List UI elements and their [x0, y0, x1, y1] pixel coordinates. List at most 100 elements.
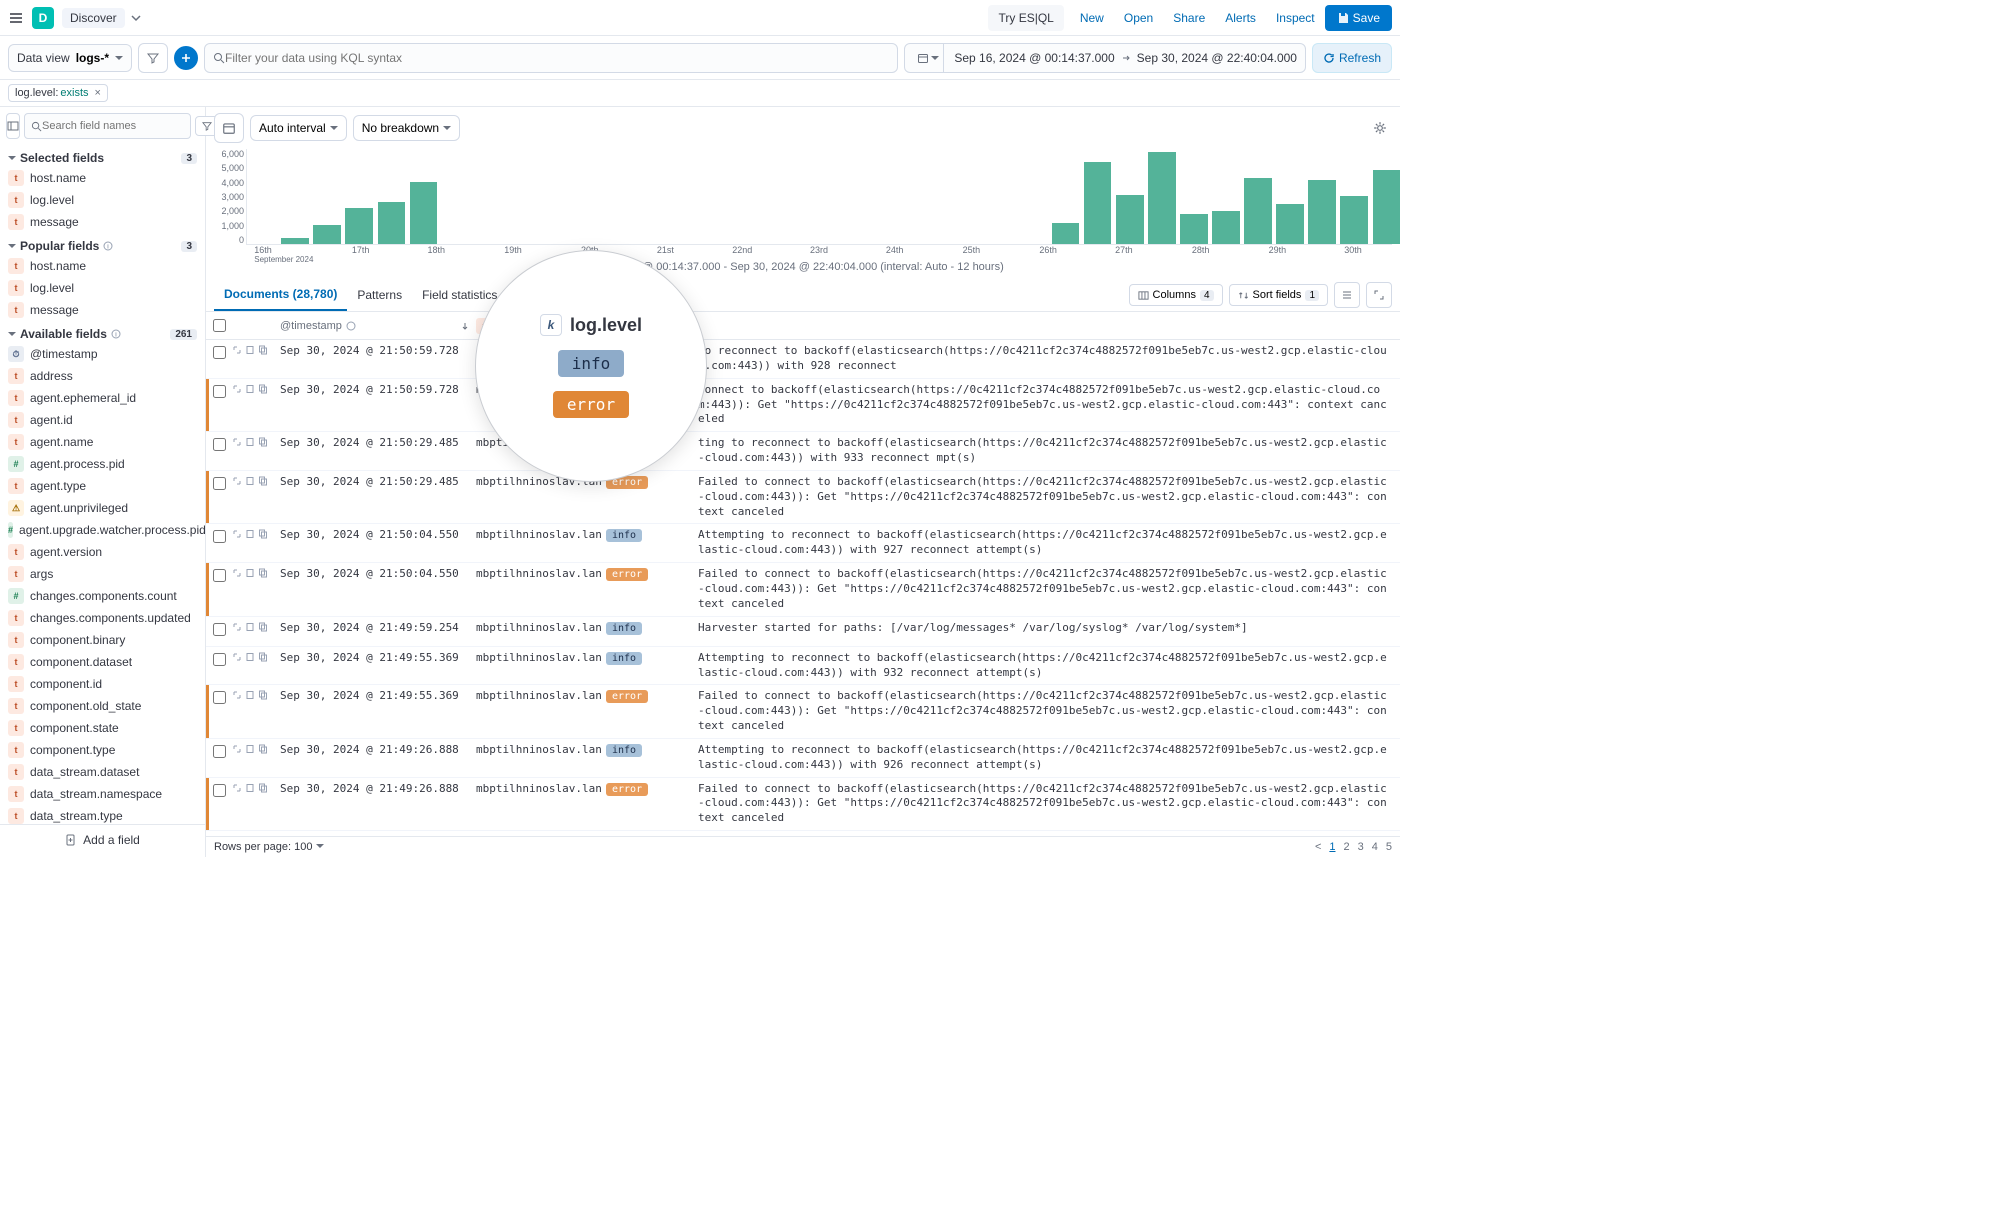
chart-bar[interactable] — [1340, 196, 1367, 244]
expand-icon[interactable] — [232, 690, 242, 700]
row-checkbox[interactable] — [213, 653, 226, 666]
field-search[interactable] — [24, 113, 191, 139]
field-item[interactable]: tagent.type — [0, 475, 205, 497]
expand-icon[interactable] — [232, 783, 242, 793]
row-checkbox[interactable] — [213, 784, 226, 797]
select-all-checkbox[interactable] — [213, 319, 226, 332]
chart-bar[interactable] — [281, 238, 308, 244]
expand-icon[interactable] — [232, 437, 242, 447]
row-checkbox[interactable] — [213, 745, 226, 758]
sort-button[interactable]: Sort fields 1 — [1229, 284, 1328, 306]
copy-doc-icon[interactable] — [258, 476, 268, 486]
single-doc-icon[interactable] — [245, 744, 255, 754]
copy-doc-icon[interactable] — [258, 437, 268, 447]
kql-field[interactable] — [225, 51, 889, 65]
pager-page[interactable]: 1 — [1329, 841, 1335, 853]
row-checkbox[interactable] — [213, 623, 226, 636]
table-row[interactable]: Sep 30, 2024 @ 21:49:06.579 mbptilhninos… — [206, 831, 1400, 836]
single-doc-icon[interactable] — [245, 384, 255, 394]
row-checkbox[interactable] — [213, 530, 226, 543]
expand-icon[interactable] — [232, 384, 242, 394]
field-item[interactable]: tchanges.components.updated — [0, 607, 205, 629]
section-available[interactable]: Available fields i 261 — [0, 321, 205, 343]
chart-bar[interactable] — [1308, 180, 1335, 244]
single-doc-icon[interactable] — [245, 476, 255, 486]
table-row[interactable]: Sep 30, 2024 @ 21:50:29.485 mbptilhninos… — [206, 432, 1400, 471]
rows-per-page[interactable]: Rows per page: 100 — [214, 841, 324, 853]
single-doc-icon[interactable] — [245, 437, 255, 447]
field-item[interactable]: taddress — [0, 365, 205, 387]
copy-doc-icon[interactable] — [258, 529, 268, 539]
section-selected[interactable]: Selected fields 3 — [0, 145, 205, 167]
single-doc-icon[interactable] — [245, 690, 255, 700]
date-range-picker[interactable]: Sep 16, 2024 @ 00:14:37.000 Sep 30, 2024… — [904, 43, 1306, 73]
histogram-toggle-button[interactable] — [214, 113, 244, 143]
row-checkbox[interactable] — [213, 385, 226, 398]
single-doc-icon[interactable] — [245, 622, 255, 632]
field-item[interactable]: tagent.ephemeral_id — [0, 387, 205, 409]
row-checkbox[interactable] — [213, 438, 226, 451]
pager-page[interactable]: 3 — [1358, 841, 1364, 853]
field-item[interactable]: tcomponent.old_state — [0, 695, 205, 717]
fullscreen-button[interactable] — [1366, 282, 1392, 308]
filter-funnel-button[interactable] — [138, 43, 168, 73]
field-item[interactable]: tagent.version — [0, 541, 205, 563]
field-item[interactable]: targs — [0, 563, 205, 585]
close-icon[interactable]: × — [95, 87, 101, 99]
row-checkbox[interactable] — [213, 691, 226, 704]
field-item[interactable]: tmessage — [0, 211, 205, 233]
single-doc-icon[interactable] — [245, 529, 255, 539]
table-row[interactable]: Sep 30, 2024 @ 21:50:04.550 mbptilhninos… — [206, 563, 1400, 617]
chevron-down-icon[interactable] — [131, 13, 141, 23]
calendar-button[interactable] — [913, 44, 944, 72]
pager-prev[interactable]: < — [1315, 841, 1321, 853]
tab-patterns[interactable]: Patterns — [347, 280, 412, 310]
open-button[interactable]: Open — [1114, 5, 1163, 31]
new-button[interactable]: New — [1070, 5, 1114, 31]
expand-icon[interactable] — [232, 345, 242, 355]
sidebar-collapse-button[interactable] — [6, 113, 20, 139]
row-checkbox[interactable] — [213, 569, 226, 582]
copy-doc-icon[interactable] — [258, 384, 268, 394]
row-checkbox[interactable] — [213, 477, 226, 490]
chart-bar[interactable] — [378, 202, 405, 244]
table-row[interactable]: Sep 30, 2024 @ 21:49:55.369 mbptilhninos… — [206, 685, 1400, 739]
col-header-timestamp[interactable]: @timestamp — [276, 320, 476, 332]
section-popular[interactable]: Popular fields i 3 — [0, 233, 205, 255]
table-row[interactable]: Sep 30, 2024 @ 21:50:59.728 mbptilhn err… — [206, 379, 1400, 433]
field-item[interactable]: tlog.level — [0, 189, 205, 211]
table-row[interactable]: Sep 30, 2024 @ 21:49:59.254 mbptilhninos… — [206, 617, 1400, 647]
expand-icon[interactable] — [232, 622, 242, 632]
field-item[interactable]: tagent.id — [0, 409, 205, 431]
chart-bar[interactable] — [1180, 214, 1207, 244]
add-filter-button[interactable] — [174, 46, 198, 70]
tab-documents[interactable]: Documents (28,780) — [214, 279, 347, 311]
table-row[interactable]: Sep 30, 2024 @ 21:49:26.888 mbptilhninos… — [206, 778, 1400, 832]
density-button[interactable] — [1334, 282, 1360, 308]
field-item[interactable]: ⚠agent.unprivileged — [0, 497, 205, 519]
interval-selector[interactable]: Auto interval — [250, 115, 347, 141]
table-row[interactable]: Sep 30, 2024 @ 21:49:26.888 mbptilhninos… — [206, 739, 1400, 778]
chart-bar[interactable] — [1244, 178, 1271, 245]
chart-bar[interactable] — [345, 208, 372, 244]
copy-doc-icon[interactable] — [258, 652, 268, 662]
refresh-button[interactable]: Refresh — [1312, 43, 1392, 73]
field-item[interactable]: tdata_stream.namespace — [0, 783, 205, 805]
expand-icon[interactable] — [232, 529, 242, 539]
filter-pill[interactable]: log.level: exists × — [8, 84, 108, 102]
chart-bar[interactable] — [1148, 152, 1175, 244]
expand-icon[interactable] — [232, 568, 242, 578]
chart-options-button[interactable] — [1368, 113, 1392, 143]
expand-icon[interactable] — [232, 476, 242, 486]
field-item[interactable]: tcomponent.dataset — [0, 651, 205, 673]
expand-icon[interactable] — [232, 744, 242, 754]
chart-bar[interactable] — [1084, 162, 1111, 244]
single-doc-icon[interactable] — [245, 345, 255, 355]
data-view-selector[interactable]: Data view logs-* — [8, 44, 132, 72]
row-checkbox[interactable] — [213, 346, 226, 359]
copy-doc-icon[interactable] — [258, 690, 268, 700]
app-logo[interactable]: D — [32, 7, 54, 29]
chart-bar[interactable] — [1212, 211, 1239, 244]
kql-input[interactable] — [204, 43, 898, 73]
single-doc-icon[interactable] — [245, 568, 255, 578]
